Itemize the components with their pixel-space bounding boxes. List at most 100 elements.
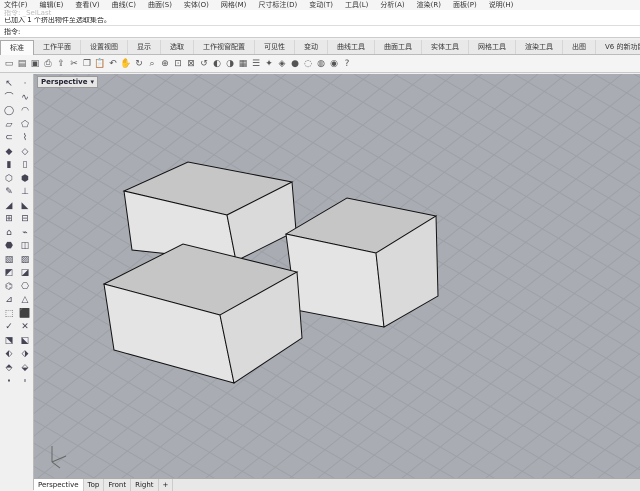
sidebar-tool-28-icon[interactable]: ◩ — [2, 267, 16, 281]
sidebar-tool-32-icon[interactable]: ⊿ — [2, 294, 16, 308]
technical-ball-icon[interactable]: ◉ — [328, 58, 340, 70]
toolbar-tab-4[interactable]: 选取 — [161, 40, 194, 54]
toolbar-tab-5[interactable]: 工作视窗配置 — [194, 40, 255, 54]
viewport-tab-1[interactable]: Top — [84, 479, 105, 491]
menu-item-9[interactable]: 工具(L) — [345, 0, 368, 10]
help-icon[interactable]: ? — [341, 58, 353, 70]
sidebar-tool-10-icon[interactable]: ◆ — [2, 146, 16, 160]
properties-icon[interactable]: ☰ — [250, 58, 262, 70]
sidebar-tool-6-icon[interactable]: ▱ — [2, 119, 16, 133]
menu-item-8[interactable]: 变动(T) — [309, 0, 333, 10]
sidebar-tool-0-icon[interactable]: ↖ — [2, 78, 16, 92]
sidebar-tool-40-icon[interactable]: ⬖ — [2, 348, 16, 362]
toolbar-tab-13[interactable]: 出图 — [563, 40, 596, 54]
sidebar-tool-24-icon[interactable]: ⬣ — [2, 240, 16, 254]
sidebar-tool-42-icon[interactable]: ⬘ — [2, 362, 16, 376]
sidebar-tool-8-icon[interactable]: ⊂ — [2, 132, 16, 146]
toolbar-tab-12[interactable]: 渲染工具 — [516, 40, 563, 54]
sidebar-tool-21-icon[interactable]: ⊟ — [18, 213, 32, 227]
sidebar-tool-30-icon[interactable]: ⌬ — [2, 281, 16, 295]
sidebar-tool-9-icon[interactable]: ⌇ — [18, 132, 32, 146]
menu-item-11[interactable]: 渲染(R) — [417, 0, 441, 10]
toolbar-tab-9[interactable]: 曲面工具 — [375, 40, 422, 54]
toolbar-tab-2[interactable]: 设置视图 — [81, 40, 128, 54]
sidebar-tool-1-icon[interactable]: · — [18, 78, 32, 92]
toolbar-tab-6[interactable]: 可见性 — [255, 40, 295, 54]
sidebar-tool-11-icon[interactable]: ◇ — [18, 146, 32, 160]
sidebar-tool-5-icon[interactable]: ◠ — [18, 105, 32, 119]
sidebar-tool-7-icon[interactable]: ⬠ — [18, 119, 32, 133]
sidebar-tool-36-icon[interactable]: ✓ — [2, 321, 16, 335]
viewport-title-tab[interactable]: Perspective ▾ — [37, 76, 98, 88]
sidebar-tool-23-icon[interactable]: ⌁ — [18, 227, 32, 241]
zoom-window-icon[interactable]: ⌕ — [146, 58, 158, 70]
menu-item-12[interactable]: 面板(P) — [453, 0, 477, 10]
menu-item-1[interactable]: 编辑(E) — [40, 0, 64, 10]
sidebar-tool-4-icon[interactable]: ◯ — [2, 105, 16, 119]
sidebar-tool-41-icon[interactable]: ⬗ — [18, 348, 32, 362]
sidebar-tool-20-icon[interactable]: ⊞ — [2, 213, 16, 227]
paste-icon[interactable]: 📋 — [94, 58, 106, 70]
menu-item-6[interactable]: 网格(M) — [221, 0, 247, 10]
copy-icon[interactable]: ❐ — [81, 58, 93, 70]
sidebar-tool-3-icon[interactable]: ∿ — [18, 92, 32, 106]
materials-icon[interactable]: ◈ — [276, 58, 288, 70]
undo-view-icon[interactable]: ↺ — [198, 58, 210, 70]
sidebar-tool-17-icon[interactable]: ⊥ — [18, 186, 32, 200]
toolbar-tab-7[interactable]: 变动 — [295, 40, 328, 54]
perspective-viewport[interactable]: Perspective ▾ — [34, 74, 640, 478]
sidebar-tool-12-icon[interactable]: ▮ — [2, 159, 16, 173]
rendered-ball-icon[interactable]: ● — [289, 58, 301, 70]
sidebar-tool-18-icon[interactable]: ◢ — [2, 200, 16, 214]
sidebar-tool-26-icon[interactable]: ▧ — [2, 254, 16, 268]
sidebar-tool-38-icon[interactable]: ⬔ — [2, 335, 16, 349]
menu-item-13[interactable]: 说明(H) — [489, 0, 514, 10]
toolbar-tab-14[interactable]: V6 的新功能 — [596, 40, 640, 54]
rotate-icon[interactable]: ↻ — [133, 58, 145, 70]
xray-ball-icon[interactable]: ◍ — [315, 58, 327, 70]
zoom-extents-icon[interactable]: ⊡ — [172, 58, 184, 70]
menu-item-0[interactable]: 文件(F) — [4, 0, 28, 10]
sidebar-tool-13-icon[interactable]: ▯ — [18, 159, 32, 173]
pan-icon[interactable]: ✋ — [120, 58, 132, 70]
sidebar-tool-43-icon[interactable]: ⬙ — [18, 362, 32, 376]
cut-icon[interactable]: ✂ — [68, 58, 80, 70]
menu-item-2[interactable]: 查看(V) — [75, 0, 99, 10]
import-icon[interactable]: ⇪ — [55, 58, 67, 70]
sidebar-tool-14-icon[interactable]: ⬡ — [2, 173, 16, 187]
new-icon[interactable]: ▭ — [3, 58, 15, 70]
sidebar-tool-34-icon[interactable]: ⬚ — [2, 308, 16, 322]
zoom-selected-icon[interactable]: ⊠ — [185, 58, 197, 70]
sidebar-tool-33-icon[interactable]: △ — [18, 294, 32, 308]
toolbar-tab-1[interactable]: 工作平面 — [34, 40, 81, 54]
viewport-canvas[interactable] — [34, 74, 640, 478]
box-right[interactable] — [284, 197, 439, 328]
sidebar-tool-39-icon[interactable]: ⬕ — [18, 335, 32, 349]
save-icon[interactable]: ▣ — [29, 58, 41, 70]
undo-icon[interactable]: ↶ — [107, 58, 119, 70]
toolbar-tab-11[interactable]: 网格工具 — [469, 40, 516, 54]
render-icon[interactable]: ◑ — [224, 58, 236, 70]
sidebar-tool-15-icon[interactable]: ⬢ — [18, 173, 32, 187]
lights-icon[interactable]: ✦ — [263, 58, 275, 70]
sidebar-tool-19-icon[interactable]: ◣ — [18, 200, 32, 214]
shade-icon[interactable]: ◐ — [211, 58, 223, 70]
viewport-tab-3[interactable]: Right — [131, 479, 159, 491]
sidebar-tool-31-icon[interactable]: ⎔ — [18, 281, 32, 295]
sidebar-tool-29-icon[interactable]: ◪ — [18, 267, 32, 281]
viewport-tab-0[interactable]: Perspective — [34, 479, 84, 491]
sidebar-tool-22-icon[interactable]: ⌂ — [2, 227, 16, 241]
viewport-tab-4[interactable]: + — [159, 479, 174, 491]
menu-item-4[interactable]: 曲面(S) — [148, 0, 172, 10]
zoom-dynamic-icon[interactable]: ⊕ — [159, 58, 171, 70]
sidebar-tool-45-icon[interactable]: ⬞ — [18, 375, 32, 389]
sidebar-tool-37-icon[interactable]: ✕ — [18, 321, 32, 335]
print-icon[interactable]: ⎙ — [42, 58, 54, 70]
command-prompt-input[interactable]: 指令: — [0, 26, 640, 38]
chevron-down-icon[interactable]: ▾ — [90, 77, 94, 87]
menu-item-5[interactable]: 实体(O) — [184, 0, 209, 10]
sidebar-tool-35-icon[interactable]: ⬛ — [18, 308, 32, 322]
viewport-tab-2[interactable]: Front — [104, 479, 132, 491]
sidebar-tool-16-icon[interactable]: ✎ — [2, 186, 16, 200]
sidebar-tool-2-icon[interactable]: ⌒ — [2, 92, 16, 106]
